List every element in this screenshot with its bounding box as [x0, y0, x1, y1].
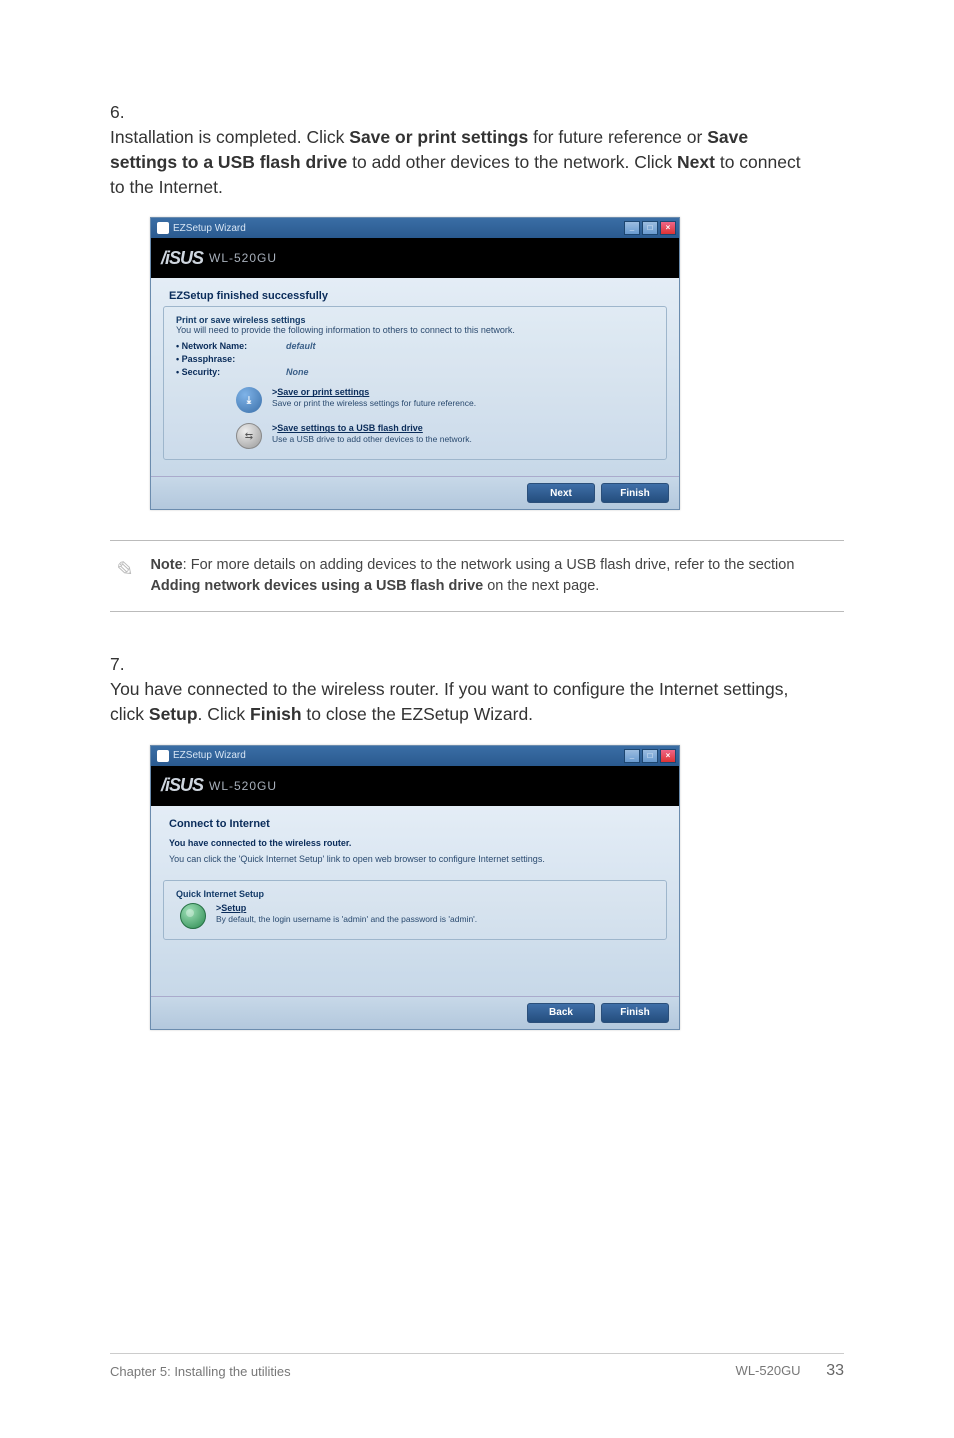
- page-number: 33: [826, 1362, 844, 1379]
- step-6-bold-1: Save or print settings: [349, 127, 528, 147]
- fieldset-legend: Print or save wireless settings: [176, 315, 654, 325]
- connect-line-1: You have connected to the wireless route…: [169, 838, 661, 848]
- panel-title-2: Connect to Internet: [163, 816, 667, 832]
- window-title: EZSetup Wizard: [173, 223, 246, 234]
- save-to-usb-desc: Use a USB drive to add other devices to …: [272, 434, 472, 444]
- ezsetup-dialog-2: EZSetup Wizard _ □ × /iSUS WL-520GU Conn…: [150, 745, 680, 1030]
- note-bold: Adding network devices using a USB flash…: [150, 578, 483, 594]
- security-label: Security:: [176, 367, 286, 377]
- close-button[interactable]: ×: [660, 221, 676, 235]
- note-t2: on the next page.: [483, 578, 599, 594]
- save-print-link-row: ⤓ Save or print settings Save or print t…: [236, 387, 654, 413]
- network-name-row: Network Name: default: [176, 341, 654, 351]
- step-7: 7. You have connected to the wireless ro…: [110, 652, 844, 727]
- step-7-bold-1: Setup: [149, 704, 198, 724]
- model-label-2: WL-520GU: [209, 779, 277, 793]
- quick-internet-setup-fieldset: Quick Internet Setup Setup By default, t…: [163, 880, 667, 940]
- window-controls: _ □ ×: [624, 221, 676, 235]
- dialog-brand-header-2: /iSUS WL-520GU: [151, 766, 679, 806]
- step-6-t3: to add other devices to the network. Cli…: [347, 152, 677, 172]
- passphrase-label: Passphrase:: [176, 354, 286, 364]
- step-7-number: 7.: [110, 652, 138, 677]
- fieldset-help: You will need to provide the following i…: [176, 325, 654, 335]
- step-6-t1: Installation is completed. Click: [110, 127, 349, 147]
- next-button[interactable]: Next: [527, 483, 595, 503]
- security-row: Security: None: [176, 367, 654, 377]
- qis-row: Setup By default, the login username is …: [180, 903, 654, 929]
- note-t1: : For more details on adding devices to …: [183, 557, 795, 573]
- step-7-body: You have connected to the wireless route…: [110, 677, 814, 727]
- note-box: ✎ Note: For more details on adding devic…: [110, 540, 844, 612]
- connect-line-2: You can click the 'Quick Internet Setup'…: [169, 854, 661, 864]
- usb-link-block: Save settings to a USB flash drive Use a…: [272, 423, 472, 444]
- step-6-number: 6.: [110, 100, 138, 125]
- security-value: None: [286, 367, 309, 377]
- panel-title: EZSetup finished successfully: [163, 288, 667, 304]
- pencil-icon: ✎: [112, 556, 135, 585]
- save-or-print-desc: Save or print the wireless settings for …: [272, 398, 476, 408]
- window-title-2: EZSetup Wizard: [173, 750, 246, 761]
- step-6: 6. Installation is completed. Click Save…: [110, 100, 844, 199]
- asus-logo-2: /iSUS: [161, 775, 203, 796]
- qis-legend: Quick Internet Setup: [176, 889, 654, 899]
- save-print-link-block: Save or print settings Save or print the…: [272, 387, 476, 408]
- step-6-body: Installation is completed. Click Save or…: [110, 125, 814, 200]
- dialog-brand-header: /iSUS WL-520GU: [151, 238, 679, 278]
- dialog-footer: Next Finish: [151, 476, 679, 509]
- wireless-settings-fieldset: Print or save wireless settings You will…: [163, 306, 667, 460]
- titlebar-left: EZSetup Wizard: [157, 222, 246, 234]
- finish-button-2[interactable]: Finish: [601, 1003, 669, 1023]
- globe-icon: [180, 903, 206, 929]
- titlebar: EZSetup Wizard _ □ ×: [151, 218, 679, 238]
- save-icon: ⤓: [236, 387, 262, 413]
- maximize-button[interactable]: □: [642, 221, 658, 235]
- passphrase-row: Passphrase:: [176, 354, 654, 364]
- window-controls-2: _ □ ×: [624, 749, 676, 763]
- dialog-body-2: Connect to Internet You have connected t…: [151, 806, 679, 996]
- setup-desc: By default, the login username is 'admin…: [216, 914, 477, 924]
- app-icon-2: [157, 750, 169, 762]
- titlebar-left-2: EZSetup Wizard: [157, 750, 246, 762]
- step-7-bold-2: Finish: [250, 704, 302, 724]
- titlebar-2: EZSetup Wizard _ □ ×: [151, 746, 679, 766]
- finish-button[interactable]: Finish: [601, 483, 669, 503]
- app-icon: [157, 222, 169, 234]
- network-name-label: Network Name:: [176, 341, 286, 351]
- dialog-footer-2: Back Finish: [151, 996, 679, 1029]
- maximize-button-2[interactable]: □: [642, 749, 658, 763]
- network-name-value: default: [286, 341, 316, 351]
- step-6-t2: for future reference or: [528, 127, 707, 147]
- footer-model: WL-520GU: [736, 1363, 801, 1378]
- note-text: Note: For more details on adding devices…: [150, 555, 840, 597]
- save-or-print-link[interactable]: Save or print settings: [272, 387, 476, 397]
- qis-link-block: Setup By default, the login username is …: [216, 903, 477, 924]
- model-label: WL-520GU: [209, 251, 277, 265]
- page-footer: Chapter 5: Installing the utilities WL-5…: [110, 1353, 844, 1380]
- ezsetup-dialog-1: EZSetup Wizard _ □ × /iSUS WL-520GU EZSe…: [150, 217, 680, 510]
- dialog-body: EZSetup finished successfully Print or s…: [151, 278, 679, 476]
- close-button-2[interactable]: ×: [660, 749, 676, 763]
- footer-right: WL-520GU 33: [736, 1362, 844, 1380]
- minimize-button[interactable]: _: [624, 221, 640, 235]
- footer-chapter: Chapter 5: Installing the utilities: [110, 1364, 291, 1379]
- usb-link-row: ⇆ Save settings to a USB flash drive Use…: [236, 423, 654, 449]
- minimize-button-2[interactable]: _: [624, 749, 640, 763]
- setup-link[interactable]: Setup: [216, 903, 477, 913]
- step-7-t3: to close the EZSetup Wizard.: [302, 704, 534, 724]
- asus-logo: /iSUS: [161, 248, 203, 269]
- step-6-bold-3: Next: [677, 152, 715, 172]
- save-to-usb-link[interactable]: Save settings to a USB flash drive: [272, 423, 472, 433]
- note-prefix: Note: [150, 557, 182, 573]
- back-button[interactable]: Back: [527, 1003, 595, 1023]
- usb-icon: ⇆: [236, 423, 262, 449]
- step-7-t2: . Click: [198, 704, 251, 724]
